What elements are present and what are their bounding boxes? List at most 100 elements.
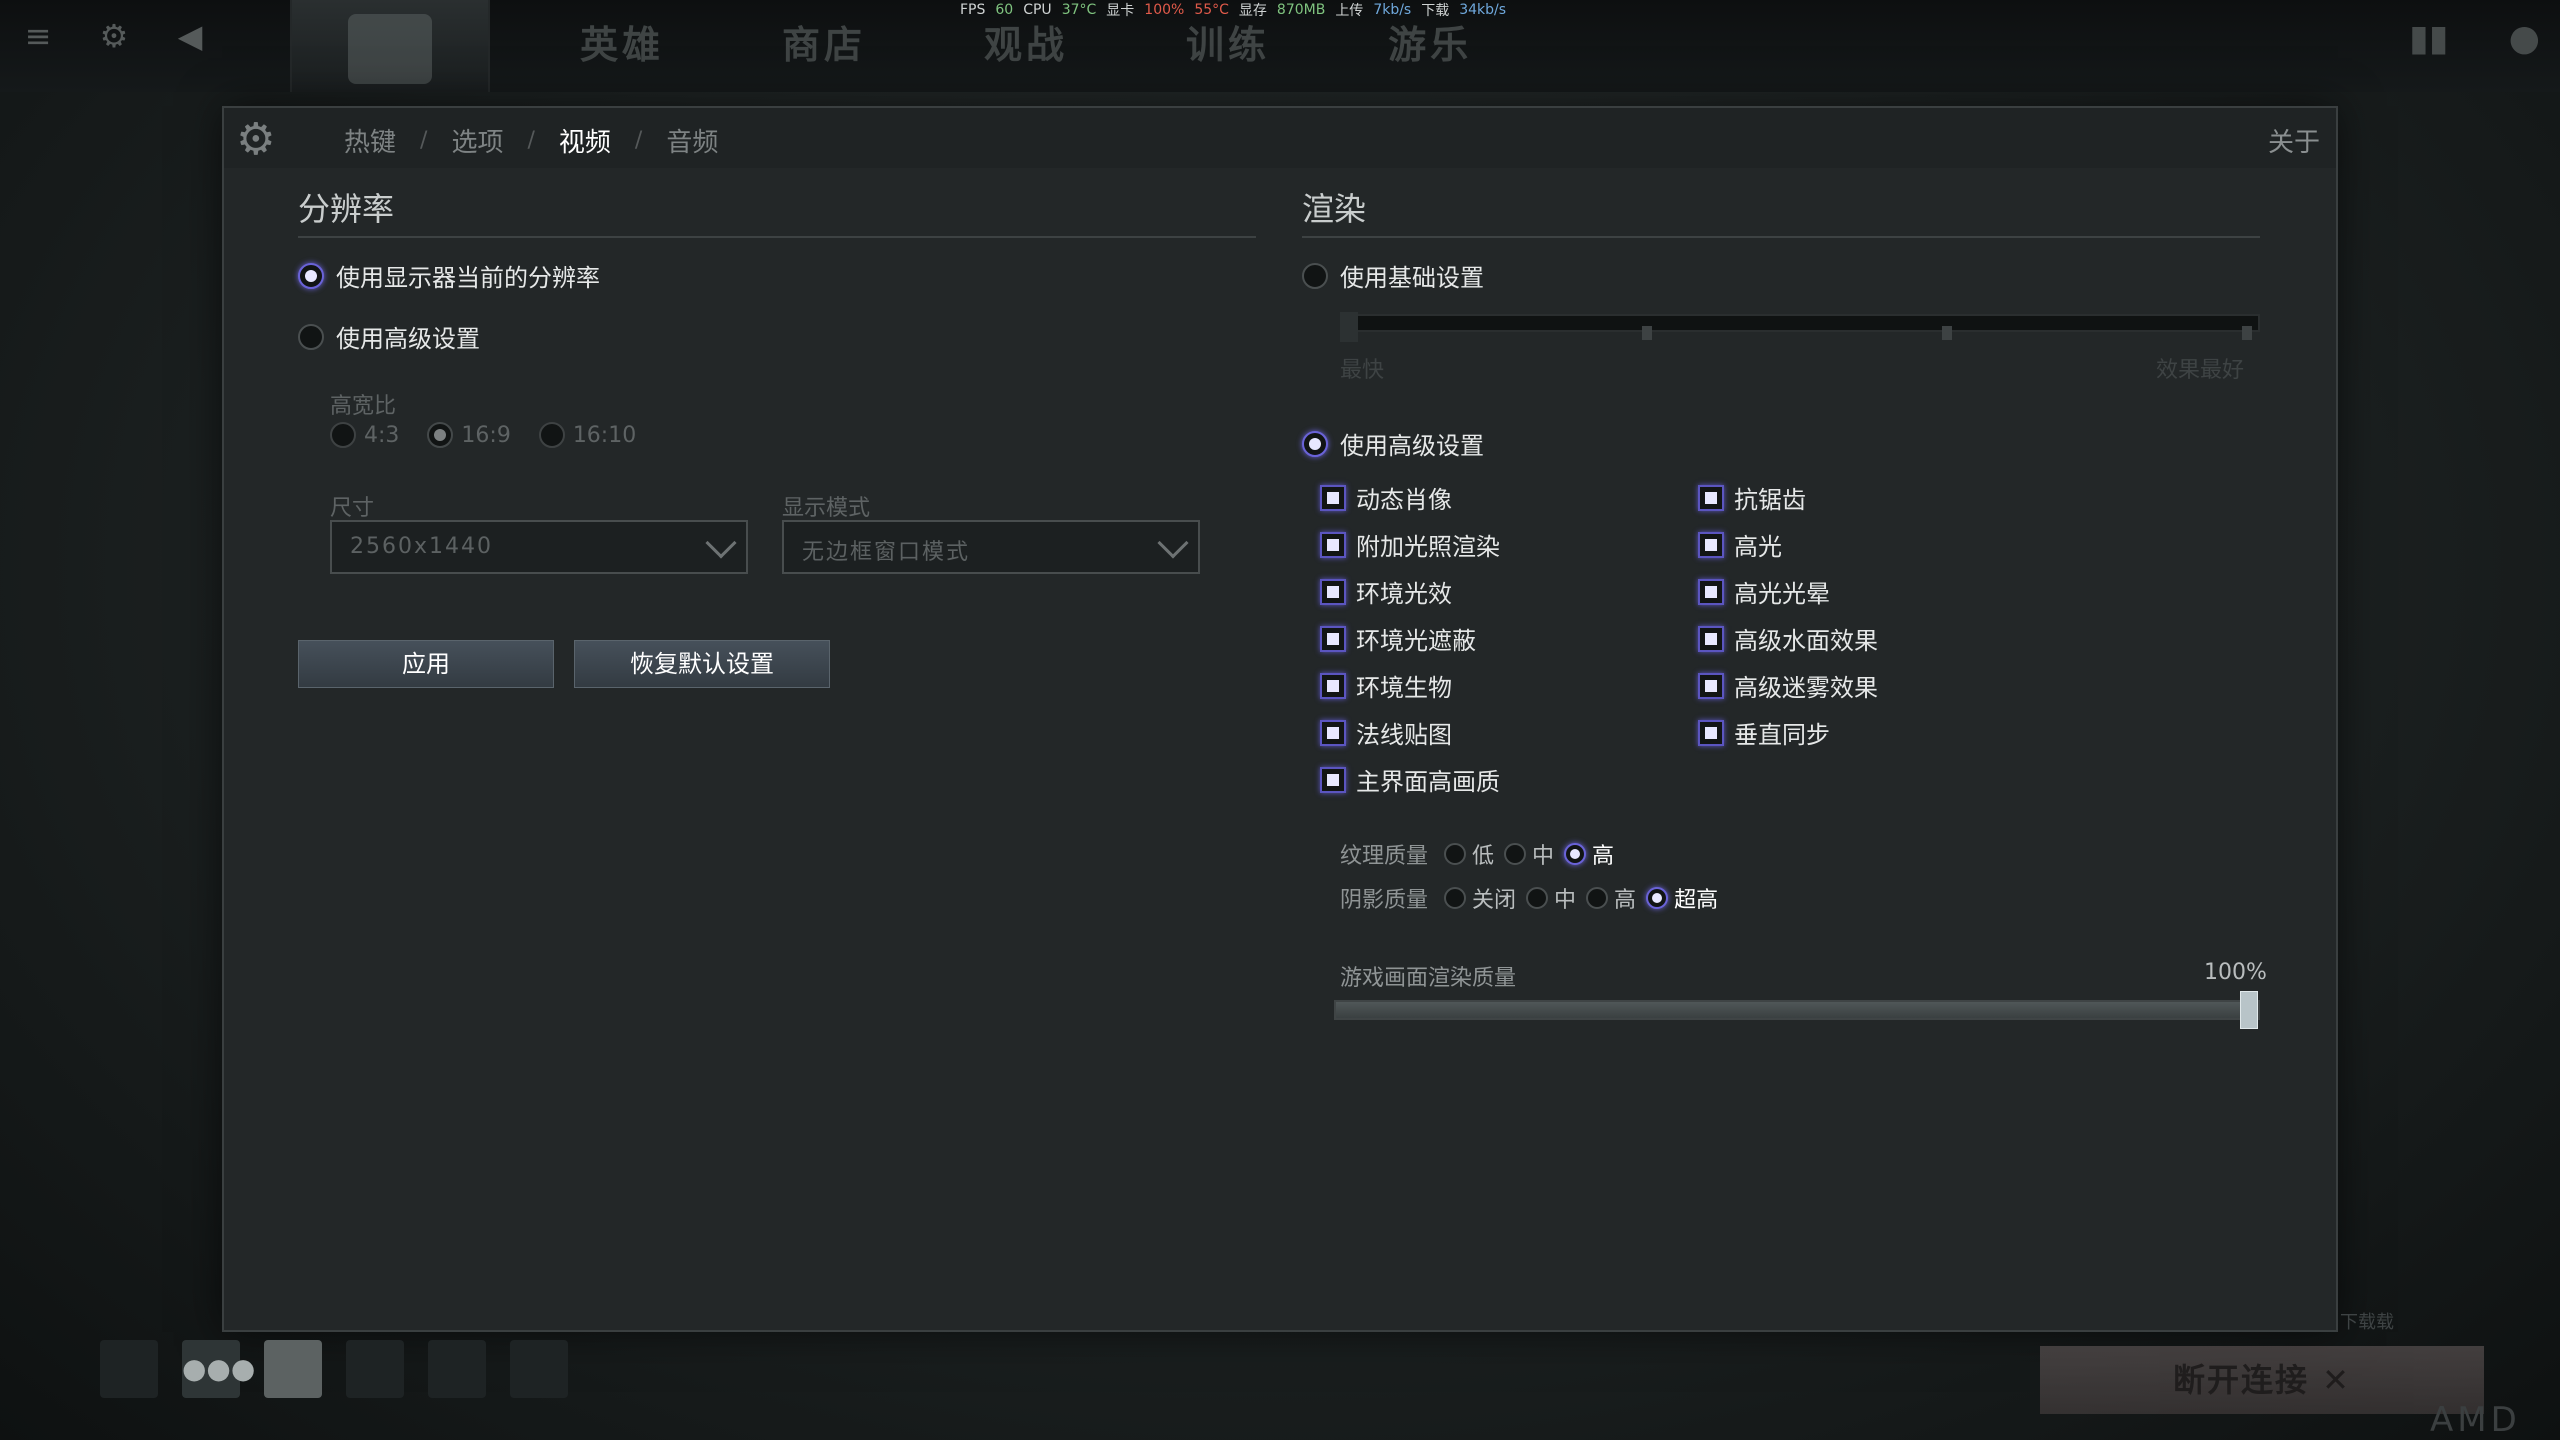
use-basic-render-option[interactable]: 使用基础设置 xyxy=(1302,258,1484,293)
checkbox[interactable] xyxy=(1698,484,1724,511)
check-normal-maps[interactable]: 法线贴图 xyxy=(1320,715,1452,750)
friend-slot-icon[interactable] xyxy=(346,1340,404,1398)
shadow-option-medium[interactable]: 中 xyxy=(1526,882,1576,914)
check-high-quality-water[interactable]: 高级水面效果 xyxy=(1698,621,1878,656)
check-ambient-effects[interactable]: 环境光效 xyxy=(1320,574,1452,609)
checkbox[interactable] xyxy=(1698,625,1724,652)
back-arrow-icon[interactable]: ◀ xyxy=(172,18,208,54)
basic-quality-slider[interactable] xyxy=(1340,312,2260,342)
tab-audio[interactable]: 音频 xyxy=(642,122,742,159)
tab-separator: / xyxy=(420,128,428,153)
home-logo-tab[interactable] xyxy=(290,0,490,92)
aspect-radio-4-3[interactable] xyxy=(330,422,356,448)
nav-heroes[interactable]: 英雄 xyxy=(580,14,664,69)
party-icon[interactable]: ●●● xyxy=(182,1340,255,1398)
check-vsync[interactable]: 垂直同步 xyxy=(1698,715,1830,750)
render-quality-thumb[interactable] xyxy=(2240,991,2258,1029)
aspect-radio-16-10[interactable] xyxy=(538,422,565,448)
check-ambient-creatures[interactable]: 环境生物 xyxy=(1320,668,1452,703)
use-current-resolution-radio[interactable] xyxy=(298,262,324,289)
nav-store[interactable]: 商店 xyxy=(782,14,866,69)
texture-option-low[interactable]: 低 xyxy=(1444,838,1494,870)
shadow-radio-high[interactable] xyxy=(1586,887,1609,909)
top-left-icons: ≡ ⚙ ◀ xyxy=(20,18,208,54)
profile-avatar-icon[interactable]: ● xyxy=(2509,18,2540,59)
slider-tick xyxy=(1642,326,1652,340)
tab-separator: / xyxy=(527,128,535,153)
shadow-option-off[interactable]: 关闭 xyxy=(1444,882,1516,914)
render-quality-slider[interactable] xyxy=(1334,991,2260,1029)
use-advanced-render-radio[interactable] xyxy=(1302,430,1328,457)
apply-button[interactable]: 应用 xyxy=(298,640,554,688)
menu-icon[interactable]: ≡ xyxy=(20,18,56,54)
checkbox[interactable] xyxy=(1698,719,1724,746)
about-link[interactable]: 关于 xyxy=(2268,122,2320,159)
friend-slot-icon[interactable] xyxy=(428,1340,486,1398)
checkbox[interactable] xyxy=(1320,672,1346,699)
check-label: 主界面高画质 xyxy=(1356,768,1500,796)
shadow-quality-label: 阴影质量 xyxy=(1340,888,1429,913)
tab-video[interactable]: 视频 xyxy=(535,122,635,159)
top-bar: FPS 60 CPU 37°C 显卡 100% 55°C 显存 870MB 上传… xyxy=(0,0,2560,92)
shadow-radio-ultra[interactable] xyxy=(1646,887,1669,909)
checkbox[interactable] xyxy=(1320,531,1346,558)
shadow-option-high[interactable]: 高 xyxy=(1586,882,1636,914)
size-dropdown[interactable]: 2560x1440 xyxy=(330,520,748,574)
texture-radio-low[interactable] xyxy=(1444,843,1467,865)
check-label: 附加光照渲染 xyxy=(1356,533,1500,561)
check-additional-lighting[interactable]: 附加光照渲染 xyxy=(1320,527,1500,562)
checkbox[interactable] xyxy=(1320,766,1346,793)
texture-quality-row: 纹理质量 低 中 高 xyxy=(1340,838,1624,870)
avatar[interactable] xyxy=(264,1340,322,1398)
check-ambient-occlusion[interactable]: 环境光遮蔽 xyxy=(1320,621,1476,656)
aspect-option-16-9[interactable]: 16:9 xyxy=(427,422,511,448)
texture-radio-medium[interactable] xyxy=(1504,843,1527,865)
use-basic-render-radio[interactable] xyxy=(1302,262,1328,289)
basic-slider-thumb[interactable] xyxy=(1340,312,1358,342)
use-advanced-resolution-label: 使用高级设置 xyxy=(336,325,480,353)
check-fog-effects[interactable]: 高级迷雾效果 xyxy=(1698,668,1878,703)
nav-watch[interactable]: 观战 xyxy=(984,14,1068,69)
checkbox[interactable] xyxy=(1698,672,1724,699)
check-high-quality-dashboard[interactable]: 主界面高画质 xyxy=(1320,762,1500,797)
use-advanced-render-label: 使用高级设置 xyxy=(1340,432,1484,460)
stats-icon[interactable]: ▮▮ xyxy=(2409,18,2449,59)
use-advanced-resolution-radio[interactable] xyxy=(298,323,324,350)
aspect-radio-16-9[interactable] xyxy=(427,422,454,448)
checkbox[interactable] xyxy=(1698,531,1724,558)
tab-options[interactable]: 选项 xyxy=(427,122,527,159)
nav-learn[interactable]: 训练 xyxy=(1186,14,1270,69)
checkbox[interactable] xyxy=(1698,578,1724,605)
basic-min-label: 最快 xyxy=(1340,358,1385,383)
checkbox[interactable] xyxy=(1320,719,1346,746)
tab-hotkeys[interactable]: 热键 xyxy=(320,122,420,159)
check-dynamic-portraits[interactable]: 动态肖像 xyxy=(1320,480,1452,515)
disconnect-button[interactable]: 断开连接 ✕ xyxy=(2040,1346,2484,1414)
check-label: 高级水面效果 xyxy=(1734,627,1878,655)
reset-defaults-button[interactable]: 恢复默认设置 xyxy=(574,640,830,688)
shadow-option-ultra[interactable]: 超高 xyxy=(1646,882,1718,914)
texture-option-medium[interactable]: 中 xyxy=(1504,838,1554,870)
checkbox[interactable] xyxy=(1320,578,1346,605)
checkbox[interactable] xyxy=(1320,484,1346,511)
shadow-radio-medium[interactable] xyxy=(1526,887,1549,909)
use-advanced-resolution-option[interactable]: 使用高级设置 xyxy=(298,319,480,354)
aspect-option-16-10[interactable]: 16:10 xyxy=(538,422,636,448)
check-specular[interactable]: 高光 xyxy=(1698,527,1782,562)
settings-gear-icon[interactable]: ⚙ xyxy=(96,18,132,54)
use-advanced-render-option[interactable]: 使用高级设置 xyxy=(1302,426,1484,461)
check-anti-aliasing[interactable]: 抗锯齿 xyxy=(1698,480,1806,515)
use-current-resolution-option[interactable]: 使用显示器当前的分辨率 xyxy=(298,258,600,293)
check-label: 高光 xyxy=(1734,533,1782,561)
friend-slot-icon[interactable] xyxy=(510,1340,568,1398)
display-mode-dropdown[interactable]: 无边框窗口模式 xyxy=(782,520,1200,574)
check-bloom[interactable]: 高光光晕 xyxy=(1698,574,1830,609)
aspect-option-4-3[interactable]: 4:3 xyxy=(330,422,399,448)
shadow-radio-off[interactable] xyxy=(1444,887,1467,909)
checkbox[interactable] xyxy=(1320,625,1346,652)
texture-radio-high[interactable] xyxy=(1564,843,1587,865)
nav-arcade[interactable]: 游乐 xyxy=(1388,14,1472,69)
texture-option-high[interactable]: 高 xyxy=(1564,838,1614,870)
settings-tabs: 热键 / 选项 / 视频 / 音频 xyxy=(320,122,742,159)
chat-icon[interactable] xyxy=(100,1340,158,1398)
